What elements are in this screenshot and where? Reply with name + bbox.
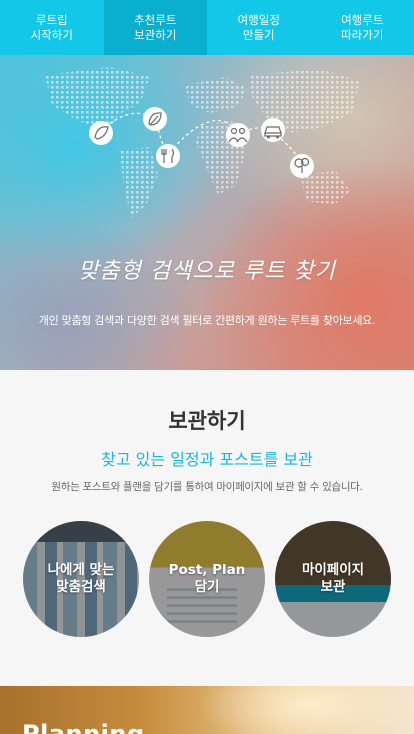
card-label: 나에게 맞는 맞춤검색	[47, 562, 115, 595]
leaf-person-icon	[89, 121, 113, 145]
section-description: 원하는 포스트와 플랜을 담기를 통하여 마이페이지에 보관 할 수 있습니다.	[51, 481, 363, 493]
tab-start-routrip[interactable]: 루트립 시작하기	[0, 0, 104, 55]
people-icon	[226, 123, 250, 147]
section-subtitle: 찾고 있는 일정과 포스트를 보관	[101, 450, 313, 469]
tab-save-recommended-route[interactable]: 추천루트 보관하기	[103, 0, 207, 55]
leaf-icon	[143, 107, 167, 131]
mypage-storage-card[interactable]: 마이페이지 보관	[275, 521, 391, 637]
hero-title: 맞춤형 검색으로 루트 찾기	[78, 259, 336, 284]
dining-icon	[156, 144, 180, 168]
planning-section: Planning	[0, 686, 414, 734]
hero-banner: 맞춤형 검색으로 루트 찾기 개인 맞춤형 검색과 다양한 검색 필터로 간편하…	[0, 55, 414, 370]
planning-title: Planning	[22, 720, 145, 734]
custom-search-card[interactable]: 나에게 맞는 맞춤검색	[23, 521, 139, 637]
section-title: 보관하기	[168, 409, 246, 433]
tab-follow-route[interactable]: 여행루트 따라가기	[311, 0, 414, 55]
tree-icon	[290, 154, 314, 178]
top-nav: 루트립 시작하기 추천루트 보관하기 여행일정 만들기 여행루트 따라가기	[0, 0, 414, 55]
card-label: Post, Plan 담기	[168, 562, 246, 595]
hero-subtitle: 개인 맞춤형 검색과 다양한 검색 필터로 간편하게 원하는 루트를 찾아보세요…	[38, 314, 376, 327]
dotted-world-map	[45, 67, 360, 217]
save-post-plan-card[interactable]: Post, Plan 담기	[149, 521, 265, 637]
car-icon	[261, 118, 285, 142]
storage-section: 보관하기 찾고 있는 일정과 포스트를 보관 원하는 포스트와 플랜을 담기를 …	[0, 370, 414, 686]
card-label: 마이페이지 보관	[301, 562, 365, 595]
tab-make-itinerary[interactable]: 여행일정 만들기	[207, 0, 311, 55]
